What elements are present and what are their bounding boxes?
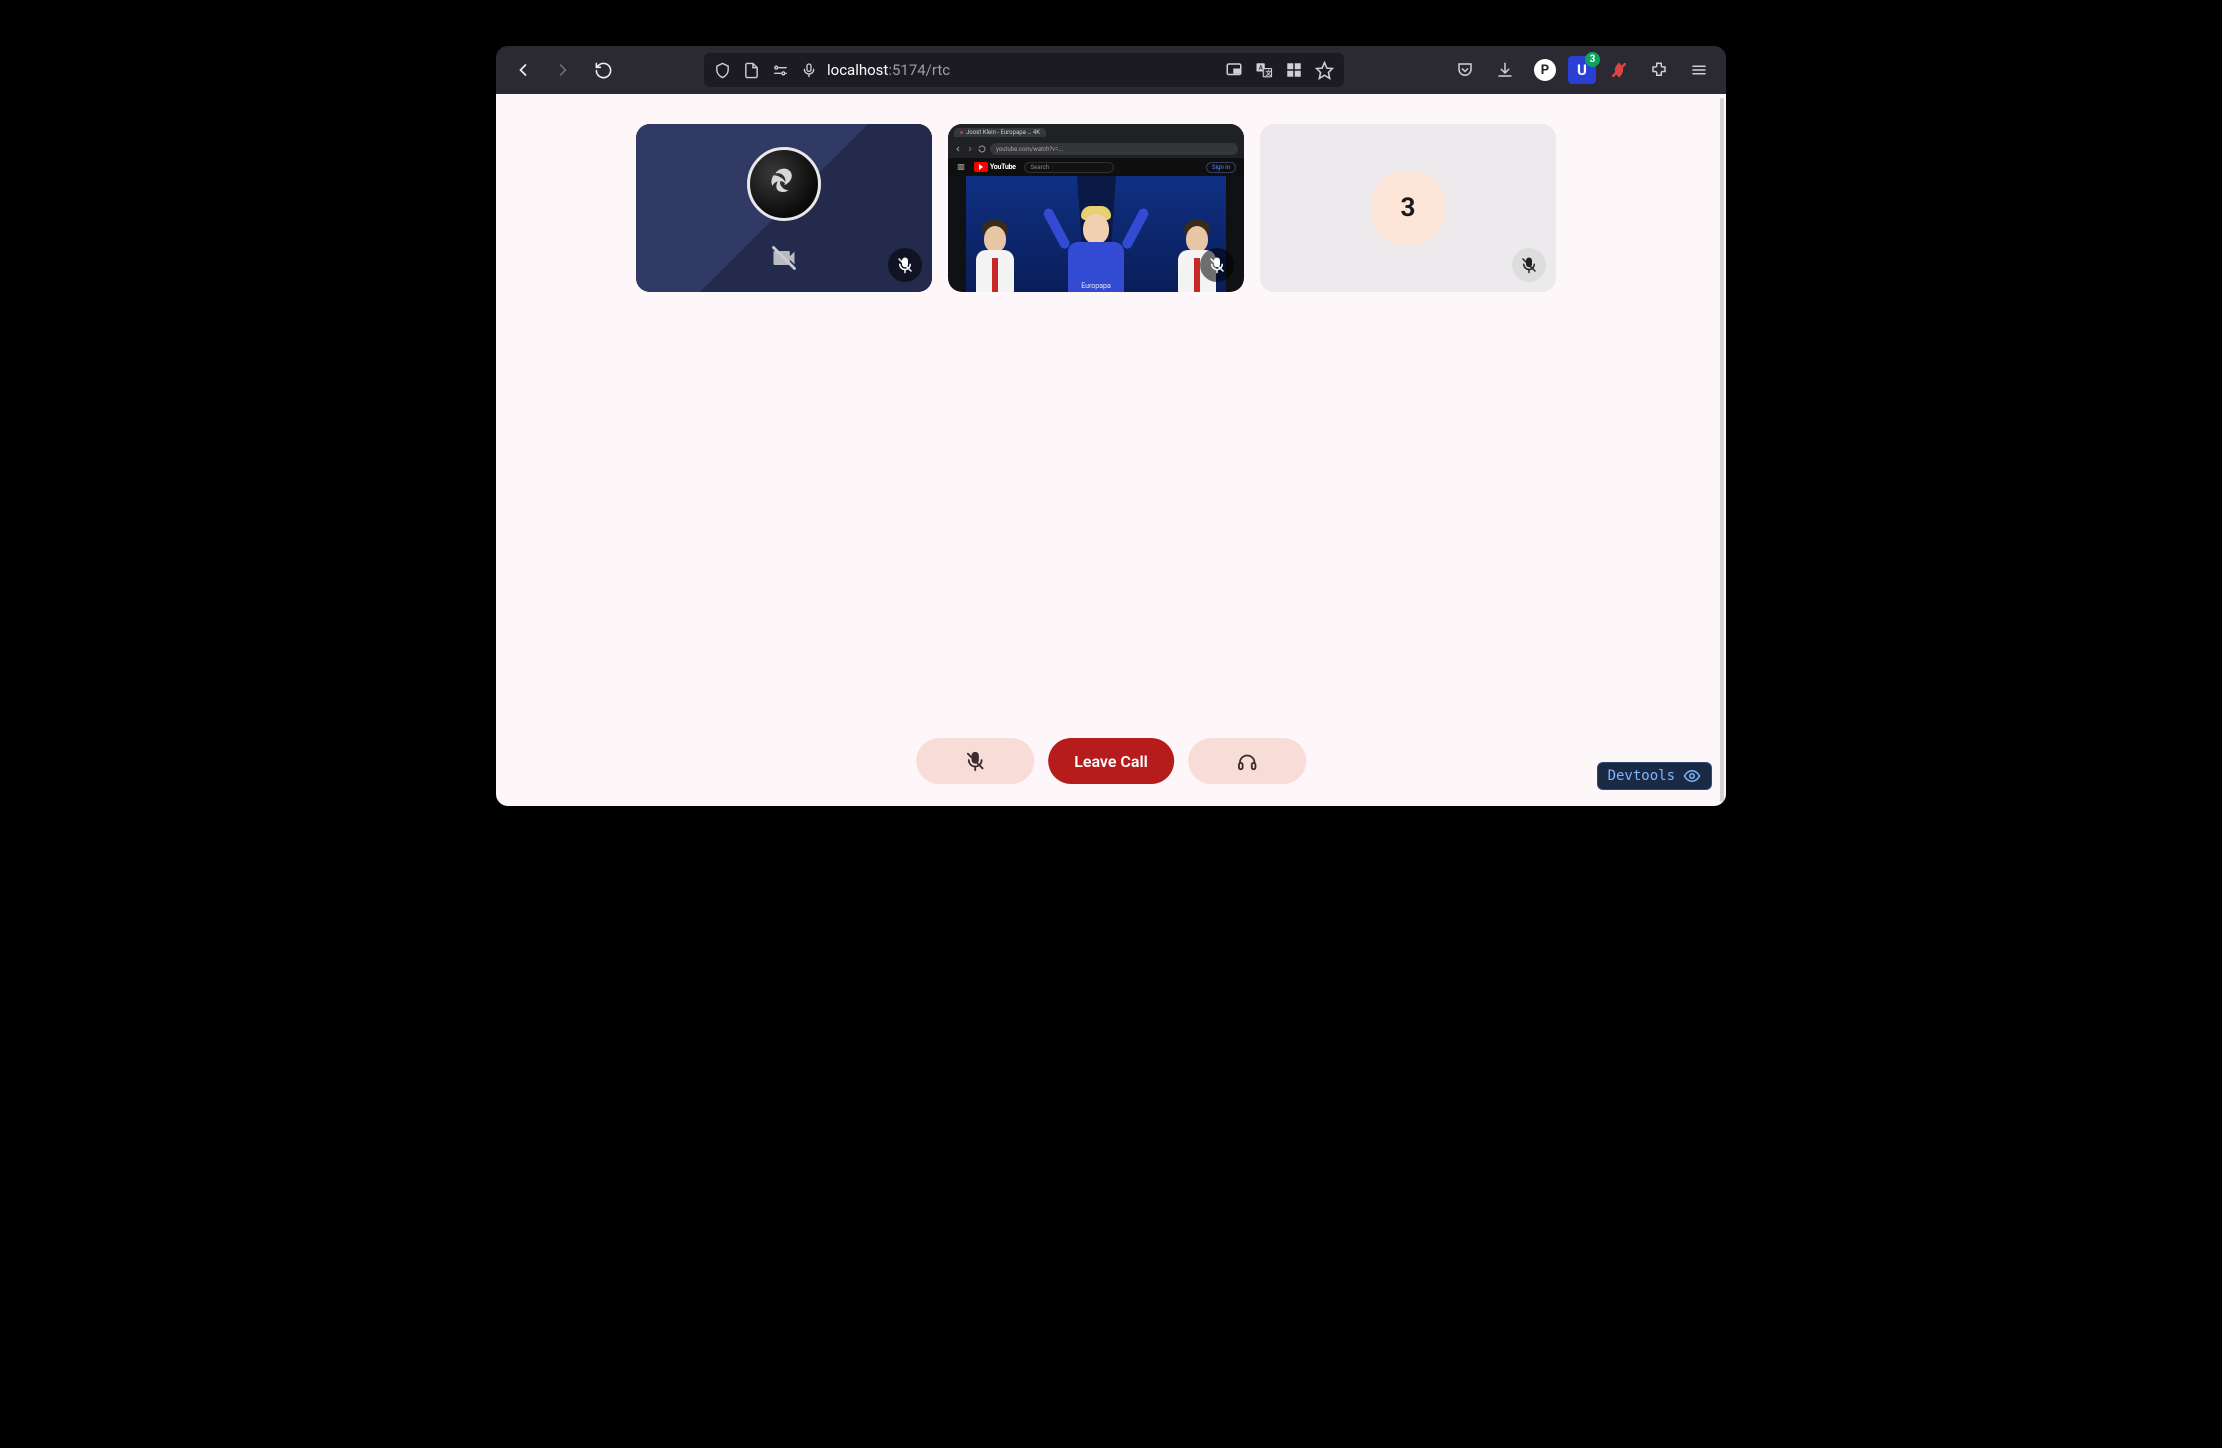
pip-icon[interactable] <box>1225 61 1243 79</box>
devtools-badge[interactable]: Devtools <box>1597 762 1712 790</box>
leave-call-label: Leave Call <box>1074 752 1148 771</box>
permissions-icon[interactable] <box>772 62 789 79</box>
participant-2-mic-muted-icon <box>1200 248 1234 282</box>
scrollbar[interactable] <box>1720 98 1724 802</box>
extension-u-icon[interactable]: U 3 <box>1568 56 1596 84</box>
reload-button[interactable] <box>586 53 620 87</box>
browser-toolbar: localhost:5174/rtc A文 <box>496 46 1726 94</box>
camera-off-icon <box>770 244 798 272</box>
shared-sign-in: Sign in <box>1206 162 1236 173</box>
container-icon[interactable] <box>1285 61 1303 79</box>
shared-youtube-header: YouTube Search Sign in <box>948 158 1244 176</box>
back-button[interactable] <box>506 53 540 87</box>
extension-noscript-icon[interactable] <box>1602 53 1636 87</box>
eye-icon <box>1683 767 1701 785</box>
shield-icon[interactable] <box>714 62 731 79</box>
forward-button[interactable] <box>546 53 580 87</box>
youtube-logo-icon: YouTube <box>974 162 1016 172</box>
extension-u-badge-count: 3 <box>1585 52 1600 67</box>
obs-logo-icon <box>747 147 821 221</box>
toggle-audio-output-button[interactable] <box>1188 738 1306 784</box>
page-content: Joost Klein - Europapa … 4K youtube.com/… <box>496 94 1726 806</box>
extension-p-icon[interactable]: P <box>1528 53 1562 87</box>
url-bar[interactable]: localhost:5174/rtc A文 <box>704 53 1344 87</box>
participant-tile-2[interactable]: Joost Klein - Europapa … 4K youtube.com/… <box>948 124 1244 292</box>
shared-url: youtube.com/watch?v=... <box>990 143 1238 155</box>
shared-tab: Joost Klein - Europapa … 4K <box>954 128 1046 137</box>
url-text: localhost:5174/rtc <box>827 61 1215 79</box>
shared-video-frame: Europapa <box>966 176 1226 292</box>
shared-search-bar: Search <box>1024 162 1114 173</box>
shared-video-caption: Europapa <box>1081 282 1111 290</box>
leave-call-button[interactable]: Leave Call <box>1048 738 1174 784</box>
microphone-permission-icon[interactable] <box>801 62 817 78</box>
url-host: localhost <box>827 61 888 79</box>
app-menu-icon[interactable] <box>1682 53 1716 87</box>
participant-3-mic-muted-icon <box>1512 248 1546 282</box>
call-controls: Leave Call <box>916 738 1306 784</box>
page-info-icon[interactable] <box>743 62 760 79</box>
shared-browser-chrome: Joost Klein - Europapa … 4K youtube.com/… <box>948 124 1244 158</box>
devtools-label: Devtools <box>1608 768 1675 784</box>
browser-window: localhost:5174/rtc A文 <box>496 46 1726 806</box>
pocket-icon[interactable] <box>1448 53 1482 87</box>
video-grid: Joost Klein - Europapa … 4K youtube.com/… <box>496 94 1726 292</box>
participant-tile-3[interactable]: 3 <box>1260 124 1556 292</box>
extensions-icon[interactable] <box>1642 53 1676 87</box>
bookmark-icon[interactable] <box>1315 61 1334 80</box>
avatar-initial: 3 <box>1401 193 1416 223</box>
toggle-mic-button[interactable] <box>916 738 1034 784</box>
participant-1-mic-muted-icon <box>888 248 922 282</box>
translate-icon[interactable]: A文 <box>1255 61 1273 79</box>
svg-text:文: 文 <box>1265 69 1273 77</box>
avatar: 3 <box>1370 170 1446 246</box>
downloads-icon[interactable] <box>1488 53 1522 87</box>
participant-tile-1[interactable] <box>636 124 932 292</box>
url-path: :5174/rtc <box>888 61 950 79</box>
